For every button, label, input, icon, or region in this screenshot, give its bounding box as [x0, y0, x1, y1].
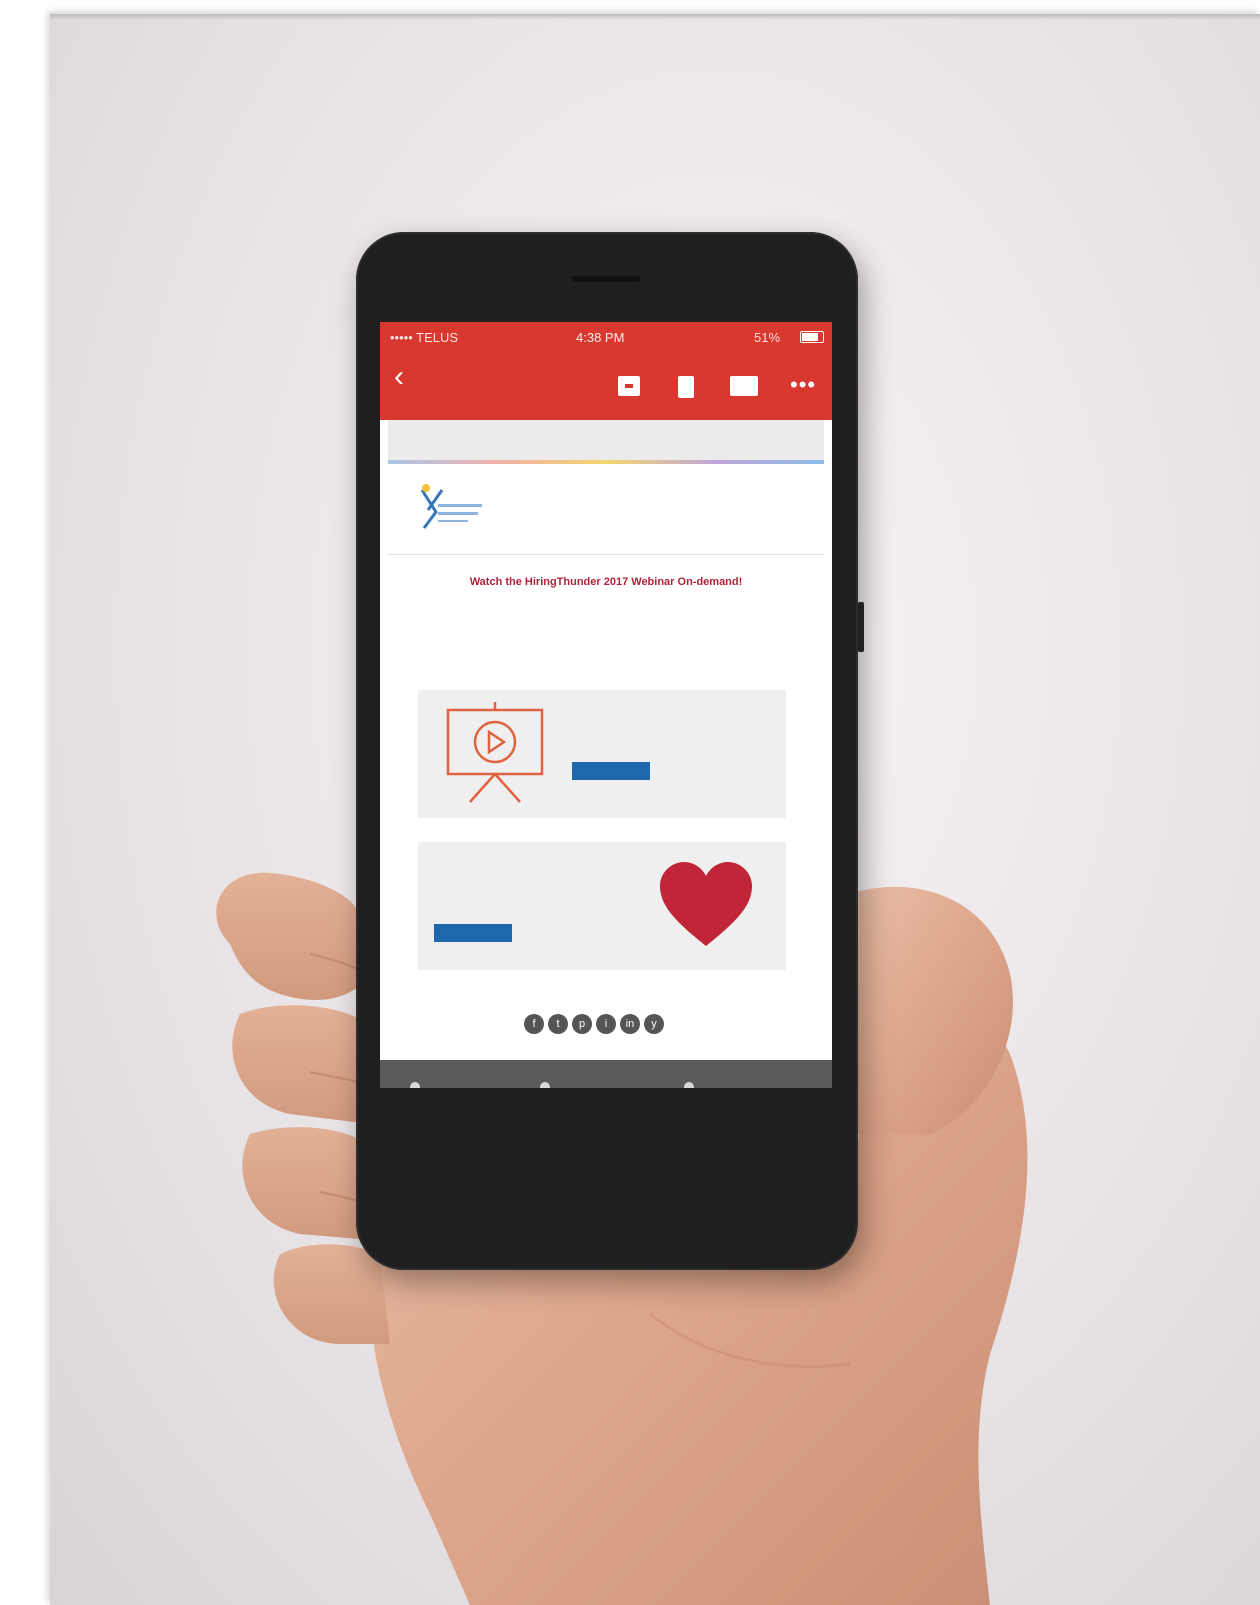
smartphone: ••••• TELUS 4:38 PM 51% ‹ ••• Watch the …: [356, 232, 858, 1270]
divider: [388, 554, 824, 555]
status-bar: ••••• TELUS 4:38 PM 51%: [380, 322, 832, 352]
footer-item[interactable]: [684, 1082, 700, 1088]
status-time: 4:38 PM: [576, 330, 625, 345]
footer-item[interactable]: [410, 1082, 426, 1088]
company-logo: [420, 484, 482, 529]
footer-item[interactable]: [540, 1082, 556, 1088]
phone-screen: ••••• TELUS 4:38 PM 51% ‹ ••• Watch the …: [380, 322, 832, 1088]
more-icon[interactable]: •••: [790, 372, 816, 398]
trash-icon[interactable]: [678, 376, 694, 398]
facebook-icon[interactable]: f: [524, 1014, 544, 1034]
instagram-icon[interactable]: i: [596, 1014, 616, 1034]
mail-icon[interactable]: [730, 376, 758, 396]
phone-speaker: [571, 276, 641, 282]
email-headline: Watch the HiringThunder 2017 Webinar On-…: [469, 576, 743, 588]
email-color-strip: [388, 460, 824, 464]
twitter-icon[interactable]: t: [548, 1014, 568, 1034]
globe-icon: [684, 1082, 694, 1088]
email-app-bar: ••••• TELUS 4:38 PM 51% ‹ •••: [380, 322, 832, 420]
phone-icon: [410, 1082, 420, 1088]
email-preheader: [388, 420, 824, 460]
archive-icon[interactable]: [618, 376, 640, 396]
chevron-left-icon[interactable]: ‹: [394, 362, 404, 392]
battery-percent: 51%: [754, 330, 781, 345]
watch-now-button[interactable]: [572, 762, 650, 780]
linkedin-icon[interactable]: in: [620, 1014, 640, 1034]
email-icon: [540, 1082, 550, 1088]
phone-side-button: [858, 602, 864, 652]
get-started-card: [418, 842, 786, 970]
learn-more-button[interactable]: [434, 924, 512, 942]
email-footer: [380, 1060, 832, 1088]
social-links: f t p i in y: [524, 1014, 684, 1040]
carrier-label: ••••• TELUS: [390, 330, 459, 345]
pinterest-icon[interactable]: p: [572, 1014, 592, 1034]
youtube-icon[interactable]: y: [644, 1014, 664, 1034]
heart-icon: [660, 862, 752, 946]
battery-icon: [800, 331, 824, 343]
webinar-card: [418, 690, 786, 818]
presentation-play-icon: [446, 702, 544, 803]
photo-background: ••••• TELUS 4:38 PM 51% ‹ ••• Watch the …: [50, 14, 1260, 1605]
